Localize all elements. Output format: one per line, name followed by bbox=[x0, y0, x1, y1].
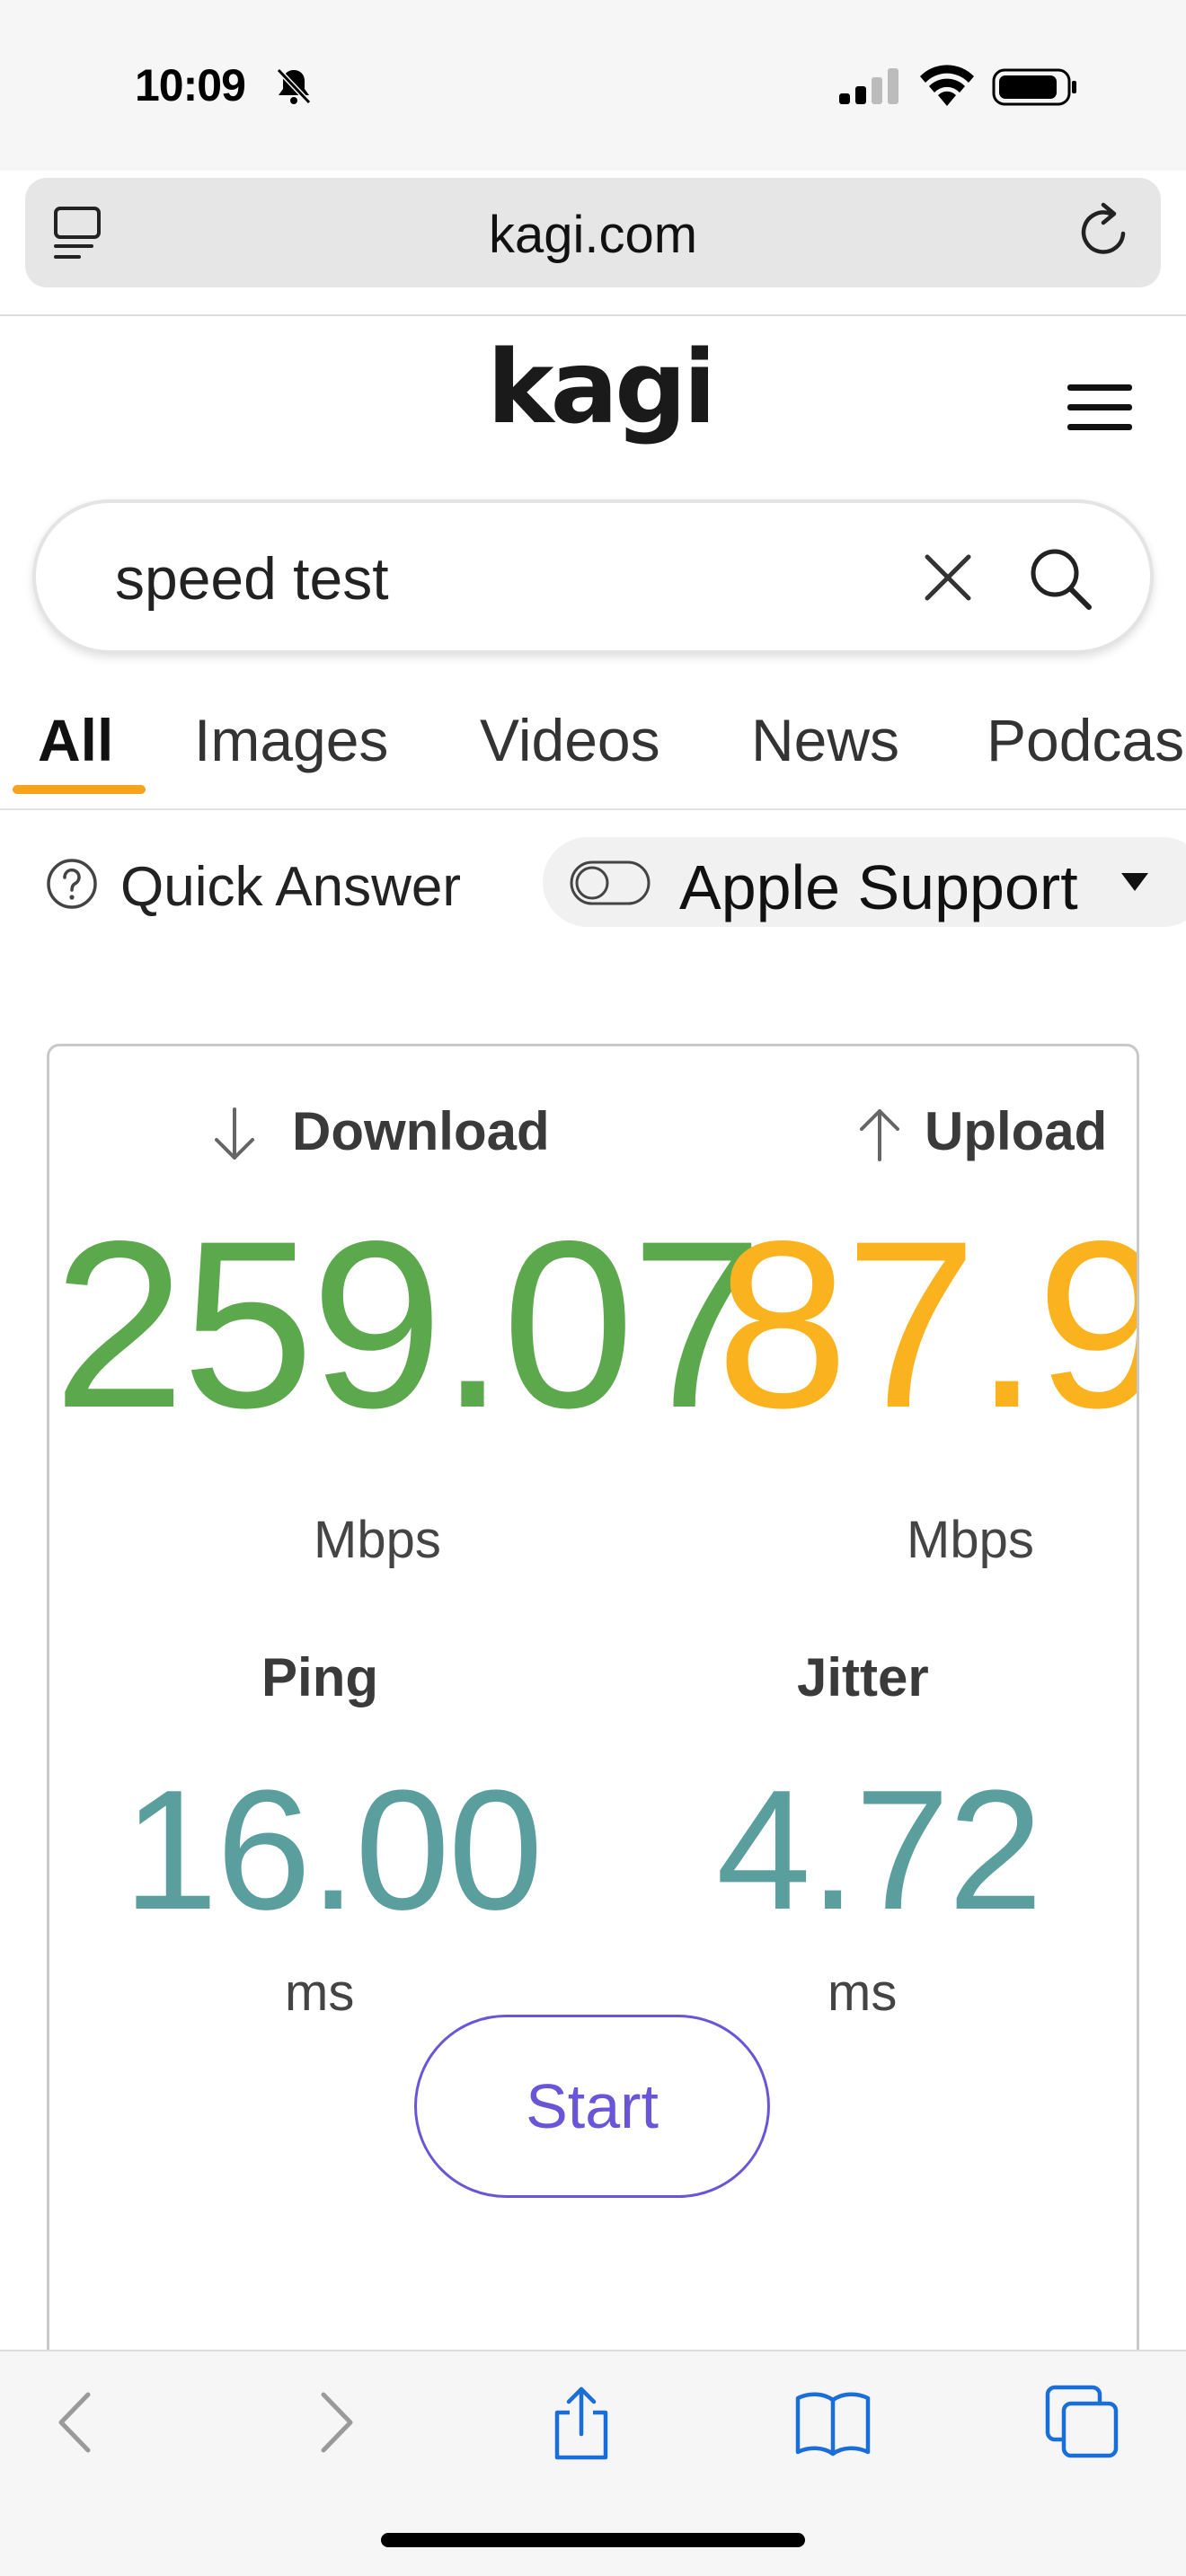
address-bar[interactable]: kagi.com bbox=[25, 178, 1161, 287]
quick-answer-label: Quick Answer bbox=[120, 856, 462, 918]
ping-value: 16.00 bbox=[123, 1755, 543, 1945]
bookmarks-icon[interactable] bbox=[794, 2384, 872, 2461]
battery-icon bbox=[992, 68, 1076, 106]
tab-videos[interactable]: Videos bbox=[480, 706, 660, 774]
kagi-logo[interactable]: kagi bbox=[483, 332, 708, 467]
upload-value: 87.96 bbox=[716, 1192, 1137, 1458]
jitter-value: 4.72 bbox=[716, 1755, 1043, 1945]
tabs-icon[interactable] bbox=[1044, 2384, 1121, 2461]
download-value: 259.07 bbox=[53, 1192, 764, 1458]
ping-unit: ms bbox=[285, 1963, 355, 2022]
divider bbox=[0, 808, 1186, 810]
speed-test-card: Download Upload 259.07 87.96 Mbps Mbps P… bbox=[47, 1044, 1139, 2391]
clear-icon[interactable] bbox=[918, 548, 978, 607]
share-icon[interactable] bbox=[543, 2384, 620, 2461]
caret-down-icon bbox=[1121, 873, 1148, 891]
search-box bbox=[32, 499, 1154, 654]
status-time: 10:09 bbox=[135, 60, 246, 110]
search-icon[interactable] bbox=[1026, 544, 1094, 613]
forward-icon[interactable] bbox=[296, 2384, 374, 2461]
source-label: Apple Support bbox=[679, 852, 1078, 922]
page: 10:09 kagi.com kagi speed test All Image… bbox=[0, 0, 1186, 2576]
jitter-label: Jitter bbox=[797, 1647, 929, 1707]
tab-images[interactable]: Images bbox=[194, 706, 388, 774]
download-label: Download bbox=[292, 1101, 550, 1161]
toggle-switch-icon[interactable] bbox=[570, 860, 651, 905]
logo-text: kagi bbox=[487, 332, 708, 446]
home-indicator[interactable] bbox=[381, 2533, 805, 2547]
tab-all[interactable]: All bbox=[38, 706, 113, 774]
wifi-icon bbox=[920, 65, 974, 106]
reload-icon[interactable] bbox=[1075, 201, 1134, 262]
search-input[interactable] bbox=[115, 546, 834, 611]
arrow-up-icon bbox=[860, 1109, 899, 1161]
status-bar: 10:09 bbox=[0, 0, 1186, 171]
ping-label: Ping bbox=[261, 1647, 378, 1707]
download-unit: Mbps bbox=[314, 1511, 441, 1569]
back-icon[interactable] bbox=[38, 2384, 115, 2461]
arrow-down-icon bbox=[215, 1107, 254, 1160]
bell-slash-icon bbox=[276, 67, 312, 105]
upload-unit: Mbps bbox=[907, 1511, 1034, 1569]
hamburger-menu-icon[interactable] bbox=[1066, 381, 1134, 435]
source-selector[interactable]: Apple Support bbox=[543, 837, 1186, 927]
tab-podcasts[interactable]: Podcas bbox=[987, 706, 1184, 774]
jitter-unit: ms bbox=[828, 1963, 898, 2022]
question-circle-icon bbox=[47, 859, 97, 909]
upload-label: Upload bbox=[925, 1101, 1108, 1161]
divider bbox=[0, 314, 1186, 316]
start-button[interactable]: Start bbox=[414, 2015, 770, 2198]
tab-news[interactable]: News bbox=[751, 706, 899, 774]
search-tabs: All Images Videos News Podcas bbox=[0, 692, 1186, 810]
cellular-signal-icon bbox=[839, 68, 898, 104]
url-text[interactable]: kagi.com bbox=[25, 205, 1161, 265]
active-tab-indicator bbox=[13, 785, 146, 794]
